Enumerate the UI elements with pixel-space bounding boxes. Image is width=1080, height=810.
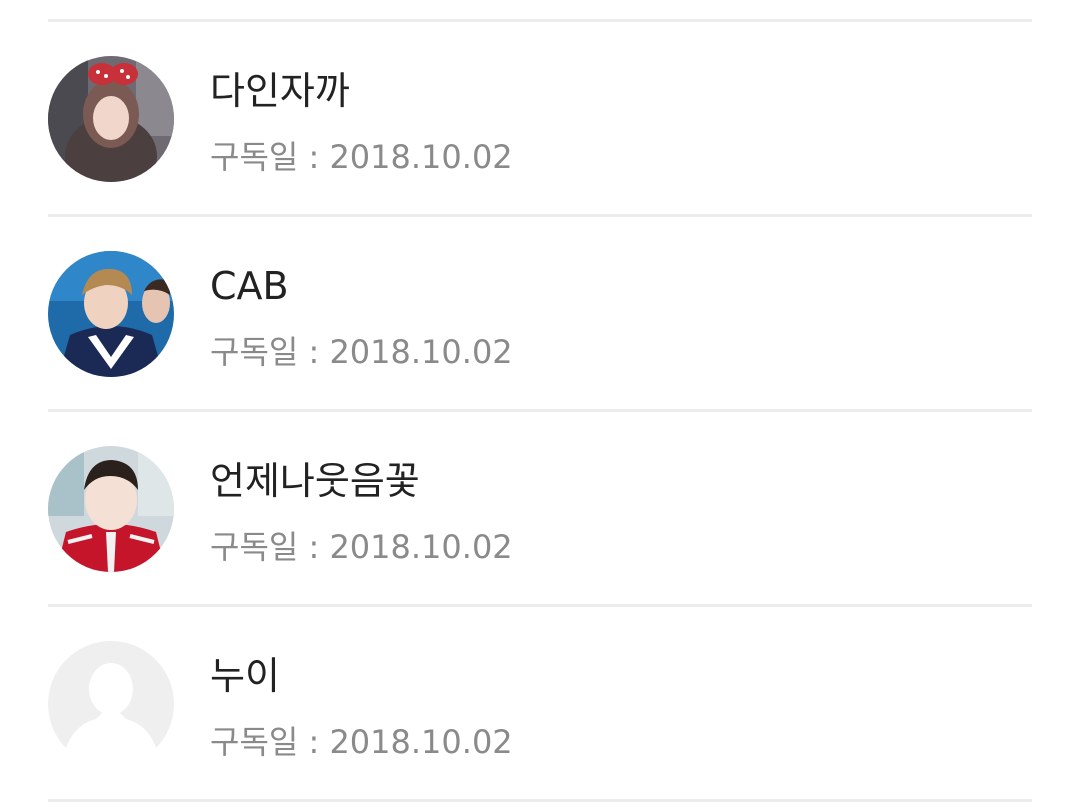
- subscriber-list: 다인자까 구독일 : 2018.10.02 CAB 구독일 : 2018.10.…: [48, 0, 1032, 802]
- subscriber-name: 언제나웃음꽃: [210, 459, 420, 503]
- subscriber-item[interactable]: 다인자까 구독일 : 2018.10.02: [48, 22, 1032, 214]
- subscriber-item[interactable]: CAB 구독일 : 2018.10.02: [48, 217, 1032, 409]
- avatar-photo-icon: [48, 446, 174, 572]
- subscribe-date: 구독일 : 2018.10.02: [210, 333, 513, 371]
- subscribe-date: 구독일 : 2018.10.02: [210, 138, 513, 176]
- subscriber-name: CAB: [210, 264, 289, 308]
- avatar-photo-icon: [48, 56, 174, 182]
- subscriber-item[interactable]: 누이 구독일 : 2018.10.02: [48, 607, 1032, 799]
- divider: [48, 799, 1032, 802]
- avatar[interactable]: [48, 446, 174, 572]
- avatar[interactable]: [48, 56, 174, 182]
- avatar[interactable]: [48, 251, 174, 377]
- subscribe-date: 구독일 : 2018.10.02: [210, 723, 513, 761]
- avatar[interactable]: [48, 641, 174, 767]
- subscriber-name: 누이: [210, 654, 280, 698]
- subscriber-name: 다인자까: [210, 69, 350, 113]
- avatar-photo-icon: [48, 251, 174, 377]
- subscribe-date: 구독일 : 2018.10.02: [210, 528, 513, 566]
- subscriber-item[interactable]: 언제나웃음꽃 구독일 : 2018.10.02: [48, 412, 1032, 604]
- default-user-icon: [48, 641, 174, 767]
